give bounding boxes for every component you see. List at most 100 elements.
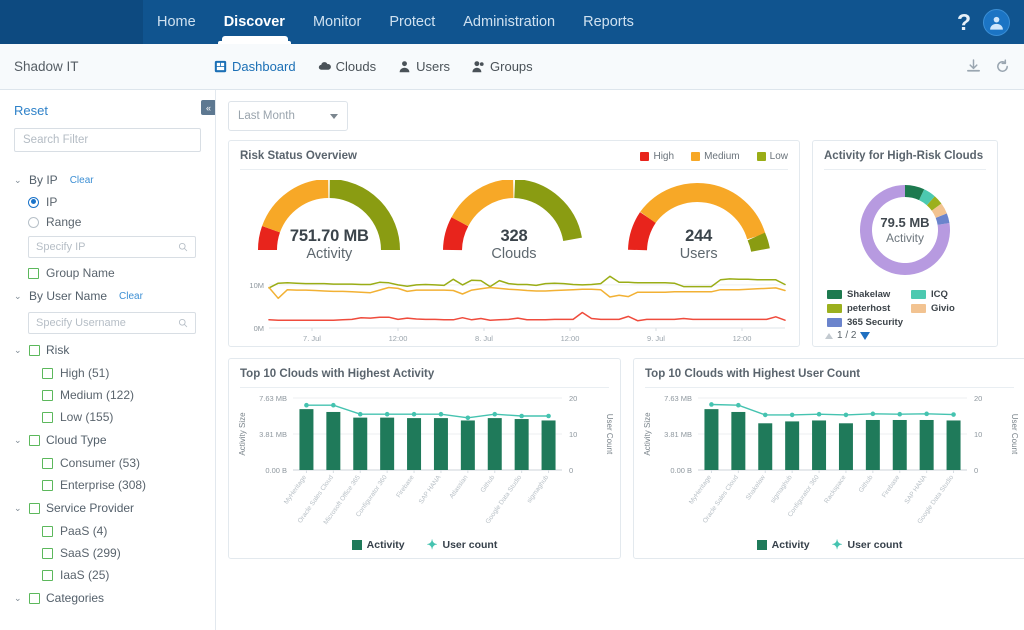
reset-filters-link[interactable]: Reset: [14, 103, 48, 118]
search-filter-input[interactable]: Search Filter: [14, 128, 201, 152]
line-point[interactable]: [304, 402, 309, 408]
line-point[interactable]: [519, 413, 524, 419]
clear-link-by-user-name[interactable]: Clear: [119, 291, 143, 302]
checkbox-indicator[interactable]: [29, 502, 40, 514]
help-icon[interactable]: ?: [957, 10, 971, 34]
checkbox-service-provider-paas[interactable]: PaaS (4): [14, 520, 201, 542]
line-point[interactable]: [736, 402, 741, 408]
donut-legend-item-icq[interactable]: ICQ: [911, 289, 987, 300]
line-point[interactable]: [384, 411, 390, 417]
bar[interactable]: [514, 419, 529, 470]
clear-link-by-ip[interactable]: Clear: [70, 175, 94, 186]
line-point[interactable]: [465, 415, 471, 421]
user-avatar[interactable]: [983, 8, 1010, 36]
line-point[interactable]: [438, 411, 444, 417]
bar[interactable]: [785, 421, 800, 470]
line-point[interactable]: [546, 413, 551, 419]
line-point[interactable]: [816, 411, 822, 417]
checkbox-indicator: [42, 411, 53, 423]
filter-group-header-cloud-type[interactable]: ⌄ Cloud Type: [14, 428, 201, 452]
checkbox-cloud-type-enterprise[interactable]: Enterprise (308): [14, 474, 201, 496]
bar[interactable]: [892, 419, 907, 470]
tab-dashboard[interactable]: Dashboard: [214, 59, 296, 74]
filter-group-header-service-provider[interactable]: ⌄ Service Provider: [14, 496, 201, 520]
download-icon[interactable]: [966, 59, 981, 74]
bar[interactable]: [487, 418, 502, 470]
checkbox-group-name[interactable]: Group Name: [14, 262, 201, 284]
bar[interactable]: [704, 409, 719, 470]
checkbox-indicator[interactable]: [29, 344, 40, 356]
gauge-group: 751.70 MB Activity 328 Clouds 244 Users: [229, 170, 799, 266]
nav-item-protect[interactable]: Protect: [375, 0, 449, 44]
donut-legend-item-shakelaw[interactable]: Shakelaw: [827, 289, 903, 300]
donut-legend-item-365-security[interactable]: 365 Security: [827, 317, 903, 328]
filter-group-header-categories[interactable]: ⌄ Categories: [14, 586, 201, 610]
bar[interactable]: [946, 420, 961, 470]
legend-item-medium[interactable]: Medium: [691, 151, 740, 162]
bar[interactable]: [460, 420, 475, 470]
radio-ip[interactable]: IP: [14, 192, 201, 212]
line-point[interactable]: [357, 411, 363, 417]
sidebar-collapse-button[interactable]: «: [201, 100, 215, 115]
bar[interactable]: [407, 418, 422, 470]
legend-item-activity[interactable]: Activity: [351, 539, 405, 551]
checkbox-indicator[interactable]: [29, 434, 40, 446]
checkbox-indicator[interactable]: [29, 592, 40, 604]
nav-item-administration[interactable]: Administration: [449, 0, 569, 44]
checkbox-risk-high[interactable]: High (51): [14, 362, 201, 384]
donut-legend-item-givio[interactable]: Givio: [911, 303, 987, 314]
legend-item-low[interactable]: Low: [756, 151, 788, 162]
filter-group-header-by-user-name[interactable]: ⌄ By User Name Clear: [14, 284, 201, 308]
line-point[interactable]: [762, 412, 768, 418]
filter-sidebar: Reset « Search Filter ⌄ By IP Clear IP R…: [0, 90, 216, 630]
line-point[interactable]: [897, 411, 903, 417]
date-range-select[interactable]: Last Month: [228, 101, 348, 131]
specify-username-input[interactable]: Specify Username: [28, 312, 196, 334]
line-point[interactable]: [951, 412, 956, 417]
checkbox-cloud-type-consumer[interactable]: Consumer (53): [14, 452, 201, 474]
tab-clouds[interactable]: Clouds: [318, 59, 376, 74]
line-point[interactable]: [331, 402, 336, 408]
line-point[interactable]: [843, 412, 849, 418]
tab-users[interactable]: Users: [398, 59, 450, 74]
checkbox-service-provider-saas[interactable]: SaaS (299): [14, 542, 201, 564]
checkbox-risk-medium[interactable]: Medium (122): [14, 384, 201, 406]
donut-legend-item-peterhost[interactable]: peterhost: [827, 303, 903, 314]
pager-prev-icon[interactable]: [825, 332, 833, 339]
legend-item-user-count[interactable]: ✦ User count: [427, 538, 498, 551]
pager-next-icon[interactable]: [860, 331, 871, 340]
tab-groups[interactable]: Groups: [472, 59, 533, 74]
bar[interactable]: [758, 423, 773, 470]
filter-group-header-by-ip[interactable]: ⌄ By IP Clear: [14, 168, 201, 192]
radio-range[interactable]: Range: [14, 212, 201, 232]
bar[interactable]: [919, 419, 934, 470]
checkbox-risk-low[interactable]: Low (155): [14, 406, 201, 428]
bar[interactable]: [326, 411, 341, 470]
legend-item-high[interactable]: High: [640, 151, 674, 162]
specify-ip-input[interactable]: Specify IP: [28, 236, 196, 258]
line-point[interactable]: [492, 411, 498, 417]
nav-item-reports[interactable]: Reports: [569, 0, 648, 44]
bar[interactable]: [865, 419, 880, 470]
nav-item-home[interactable]: Home: [143, 0, 210, 44]
filter-group-header-risk[interactable]: ⌄ Risk: [14, 338, 201, 362]
line-point[interactable]: [924, 411, 929, 417]
bar[interactable]: [541, 420, 556, 470]
legend-item-activity[interactable]: Activity: [756, 539, 810, 551]
line-point[interactable]: [870, 411, 876, 417]
bar[interactable]: [838, 423, 853, 470]
bar[interactable]: [353, 417, 368, 470]
line-point[interactable]: [789, 412, 795, 418]
line-point[interactable]: [411, 411, 417, 417]
bar[interactable]: [299, 409, 314, 470]
bar[interactable]: [433, 418, 448, 470]
nav-item-monitor[interactable]: Monitor: [299, 0, 375, 44]
bar[interactable]: [812, 420, 827, 470]
bar[interactable]: [380, 417, 395, 470]
line-point[interactable]: [709, 402, 714, 407]
checkbox-service-provider-iaas[interactable]: IaaS (25): [14, 564, 201, 586]
bar[interactable]: [731, 411, 746, 470]
x-tick-label: Firebase: [395, 474, 416, 499]
refresh-icon[interactable]: [995, 59, 1010, 74]
legend-item-user-count[interactable]: ✦ User count: [832, 538, 903, 551]
